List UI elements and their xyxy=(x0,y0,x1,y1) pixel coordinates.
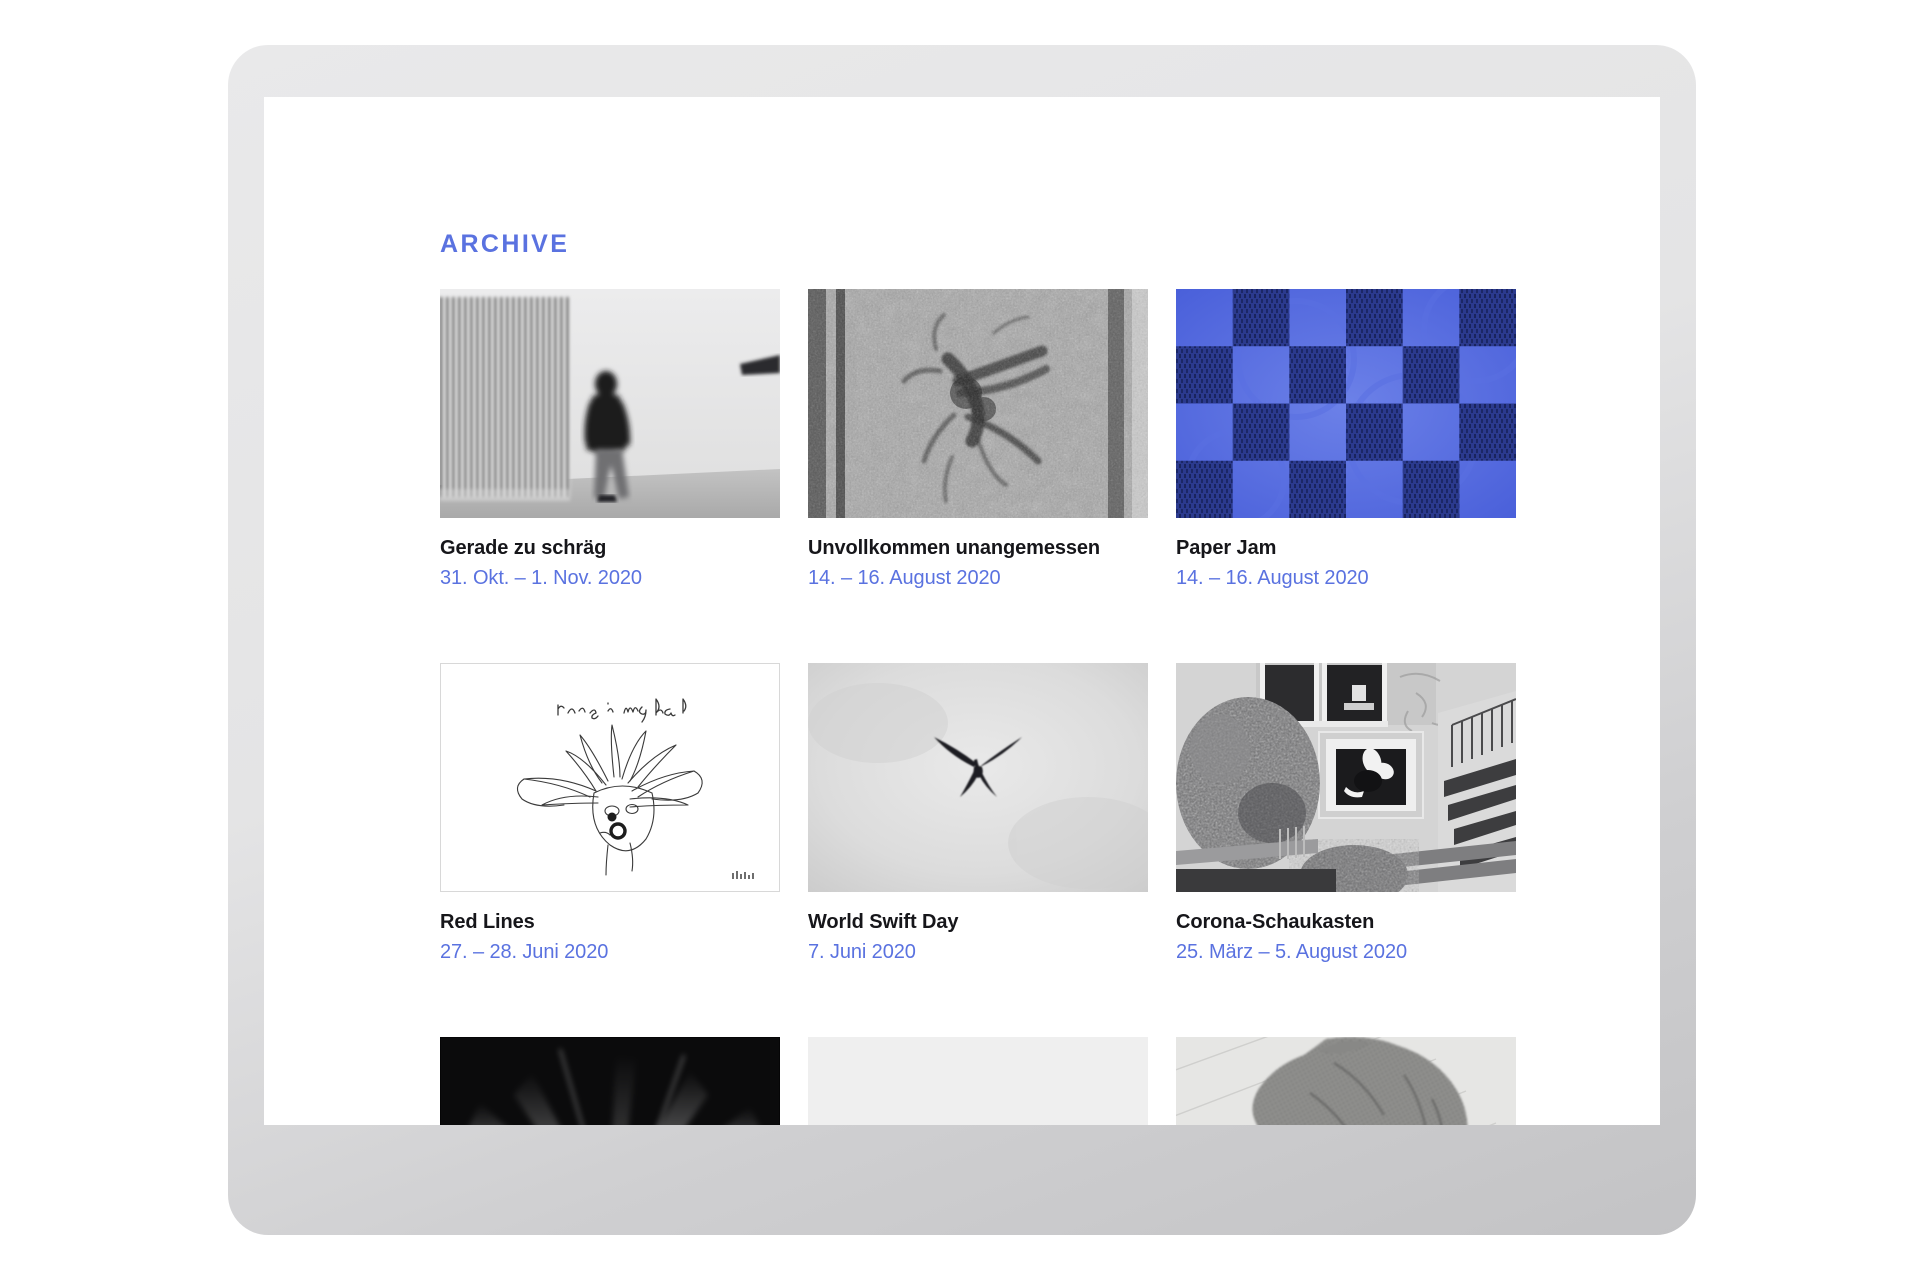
archive-card-title: Red Lines xyxy=(440,911,535,933)
facade-display-case-photo[interactable] xyxy=(1176,663,1516,892)
light-beams-installation-photo[interactable] xyxy=(440,1037,780,1125)
page-title: ARCHIVE xyxy=(440,230,570,258)
gallery-stripes-figure-photo[interactable] xyxy=(440,289,780,518)
archive-card[interactable] xyxy=(440,1037,780,1125)
archive-card[interactable]: Paper Jam 14. – 16. August 2020 xyxy=(1176,289,1516,591)
swift-bird-sky-photo[interactable] xyxy=(808,663,1148,892)
archive-grid: Gerade zu schräg 31. Okt. – 1. Nov. 2020 xyxy=(440,289,1520,1125)
archive-card[interactable]: Unvollkommen unangemessen 14. – 16. Augu… xyxy=(808,289,1148,591)
archive-page: ARCHIVE Gerade zu schräg 31. Okt. – 1. N… xyxy=(264,97,1660,1125)
screenshot-root: ARCHIVE Gerade zu schräg 31. Okt. – 1. N… xyxy=(0,0,1920,1280)
archive-card-title: Unvollkommen unangemessen xyxy=(808,537,1101,559)
archive-card-date: 31. Okt. – 1. Nov. 2020 xyxy=(440,567,642,589)
archive-card[interactable] xyxy=(808,1037,1148,1125)
knitted-garment-floor-photo[interactable] xyxy=(1176,1037,1516,1125)
archive-card-date: 25. März – 5. August 2020 xyxy=(1176,941,1407,963)
archive-card[interactable]: Corona-Schaukasten 25. März – 5. August … xyxy=(1176,663,1516,965)
archive-card[interactable]: Gerade zu schräg 31. Okt. – 1. Nov. 2020 xyxy=(440,289,780,591)
archive-card[interactable]: Red Lines 27. – 28. Juni 2020 xyxy=(440,663,780,965)
archive-card[interactable] xyxy=(1176,1037,1516,1125)
archive-card-title: Corona-Schaukasten xyxy=(1176,911,1375,933)
archive-card-date: 7. Juni 2020 xyxy=(808,941,916,963)
archive-card-date: 14. – 16. August 2020 xyxy=(1176,567,1369,589)
device-screen: ARCHIVE Gerade zu schräg 31. Okt. – 1. N… xyxy=(264,97,1660,1125)
archive-card-title: World Swift Day xyxy=(808,911,959,933)
archive-card-title: Gerade zu schräg xyxy=(440,537,607,559)
archive-card-date: 14. – 16. August 2020 xyxy=(808,567,1001,589)
pipe-sculpture-photo[interactable] xyxy=(808,1037,1148,1125)
line-drawing-head-voices[interactable] xyxy=(440,663,780,892)
blue-checkerboard-paper-graphic[interactable] xyxy=(1176,289,1516,518)
archive-card-title: Paper Jam xyxy=(1176,537,1277,559)
archive-card-date: 27. – 28. Juni 2020 xyxy=(440,941,609,963)
concrete-scratch-texture-photo[interactable] xyxy=(808,289,1148,518)
archive-card[interactable]: World Swift Day 7. Juni 2020 xyxy=(808,663,1148,965)
